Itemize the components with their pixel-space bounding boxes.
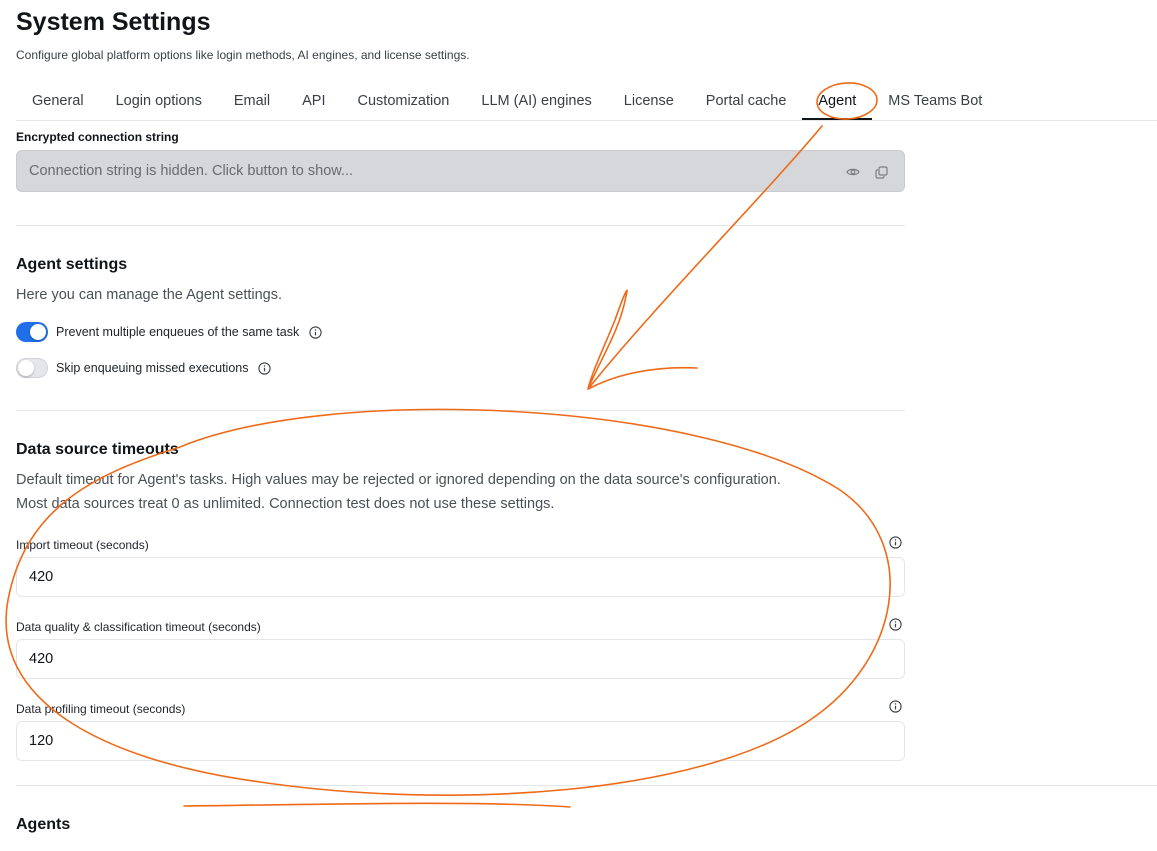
tab-customization[interactable]: Customization [342,82,466,120]
tab-general[interactable]: General [16,82,100,120]
import-timeout-input[interactable] [16,557,905,597]
tab-portal-cache[interactable]: Portal cache [690,82,803,120]
underline-stroke [183,802,571,808]
info-icon[interactable] [889,618,905,634]
divider [16,410,905,411]
eye-icon[interactable] [844,163,862,181]
settings-tabs: General Login options Email API Customiz… [16,82,1157,121]
toggle-row-prevent-multiple-enqueues: Prevent multiple enqueues of the same ta… [16,321,322,343]
data-quality-timeout-input[interactable] [16,639,905,679]
connection-string-placeholder: Connection string is hidden. Click butto… [29,163,354,179]
tab-ms-teams-bot[interactable]: MS Teams Bot [872,82,998,120]
tab-api[interactable]: API [286,82,341,120]
import-timeout-label: Import timeout (seconds) [16,538,149,552]
timeouts-description-line-2: Most data sources treat 0 as unlimited. … [16,496,555,512]
toggle-label: Prevent multiple enqueues of the same ta… [56,325,300,339]
prevent-multiple-enqueues-toggle[interactable] [16,322,48,342]
info-icon[interactable] [889,536,905,552]
info-icon[interactable] [308,325,322,339]
tab-llm-engines[interactable]: LLM (AI) engines [465,82,607,120]
agents-title: Agents [16,816,71,833]
connection-string-label: Encrypted connection string [16,130,179,144]
copy-icon[interactable] [872,163,890,181]
info-icon[interactable] [889,700,905,716]
agent-settings-description: Here you can manage the Agent settings. [16,287,283,303]
info-icon[interactable] [257,361,271,375]
data-source-timeouts-title: Data source timeouts [16,441,179,458]
divider [16,225,905,226]
tab-email[interactable]: Email [218,82,286,120]
data-quality-timeout-label: Data quality & classification timeout (s… [16,620,261,634]
page-subtitle: Configure global platform options like l… [16,48,470,62]
agent-settings-title: Agent settings [16,256,128,273]
page-title: System Settings [16,8,211,36]
skip-missed-executions-toggle[interactable] [16,358,48,378]
tab-agent[interactable]: Agent [802,82,873,120]
tab-login-options[interactable]: Login options [100,82,218,120]
timeouts-description-line-1: Default timeout for Agent's tasks. High … [16,472,781,488]
data-profiling-timeout-label: Data profiling timeout (seconds) [16,702,186,716]
divider [16,785,1157,786]
arrow-head [587,289,698,390]
toggle-row-skip-missed-executions: Skip enqueuing missed executions [16,357,271,379]
tab-license[interactable]: License [608,82,690,120]
connection-string-field[interactable]: Connection string is hidden. Click butto… [16,150,905,192]
data-profiling-timeout-input[interactable] [16,721,905,761]
toggle-label: Skip enqueuing missed executions [56,361,249,375]
